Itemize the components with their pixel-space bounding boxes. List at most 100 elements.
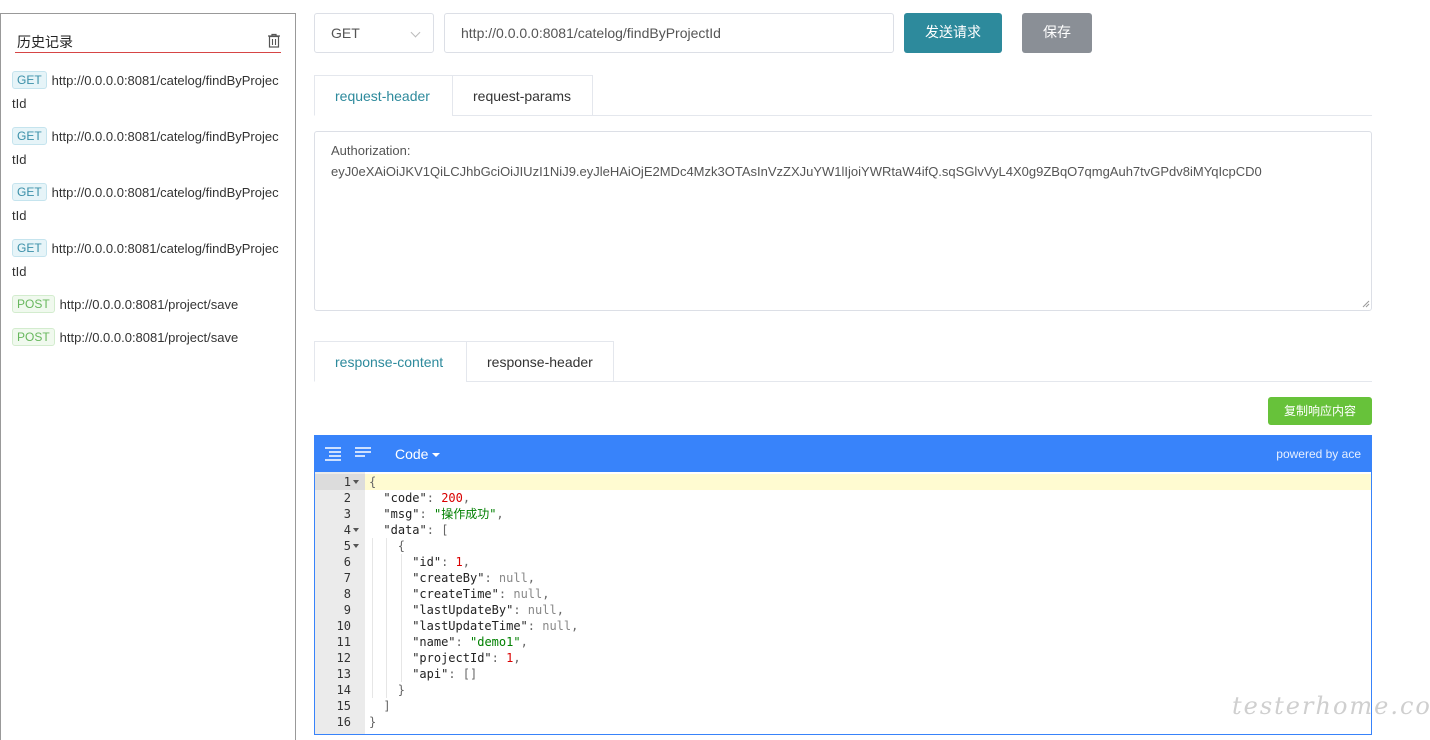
save-button[interactable]: 保存 [1022,13,1092,53]
indent-guide [400,554,402,570]
method-select[interactable]: GET [314,13,434,53]
indent-guide [400,586,402,602]
indent-guide [372,586,373,602]
code-token: , [542,587,550,601]
editor-menu-bar: Code powered by ace [315,436,1371,472]
method-badge: GET [12,239,47,257]
trash-icon[interactable] [267,33,281,48]
compact-icon[interactable] [354,445,372,463]
copy-response-button[interactable]: 复制响应内容 [1268,397,1372,425]
code-token: } [369,715,377,729]
line-number: 13 [336,667,351,681]
code-token: : [419,507,434,521]
line-number: 11 [336,635,351,649]
indent-guide [372,538,373,554]
request-header-textarea[interactable] [314,131,1372,311]
mode-dropdown[interactable]: Code [395,436,441,472]
code-token: ] [383,699,391,713]
indent-guide [400,618,402,634]
chevron-down-icon [410,27,421,38]
code-token: , [513,651,521,665]
indent-guide [372,634,373,650]
indent-guide [386,682,388,698]
code-token: "msg" [383,507,420,521]
indent-guide [400,570,402,586]
active-line-highlight [365,474,1371,490]
code-token: : [484,571,499,585]
line-gutter: 1 2 3 4 5 6 7 8 9 10 11 12 13 14 15 16 [315,472,365,734]
code-token: "createTime" [412,587,499,601]
indent-guide [386,650,388,666]
fold-toggle-icon[interactable] [353,544,359,548]
caret-down-icon [432,453,441,457]
indent-guide [386,666,388,682]
response-tabs: response-content response-header [314,341,1372,382]
indent-guide [372,602,373,618]
indent-guide [400,666,402,682]
history-item[interactable]: POST http://0.0.0.0:8081/project/save [12,293,282,316]
history-item[interactable]: GET http://0.0.0.0:8081/catelog/findByPro… [12,237,282,283]
history-title: 历史记录 [17,35,73,51]
code-line: "lastUpdateTime": null, [412,618,578,634]
line-number: 14 [336,683,351,697]
code-line: "lastUpdateBy": null, [412,602,564,618]
code-token: , [556,603,564,617]
tab-response-content[interactable]: response-content [314,341,467,382]
watermark: testerhome.com [1232,692,1430,720]
history-url: http://0.0.0.0:8081/project/save [59,297,239,312]
code-token: , [496,507,504,521]
indent-guide [386,602,388,618]
history-url: http://0.0.0.0:8081/catelog/findByProjec… [12,185,279,223]
code-line: } [369,714,376,730]
code-token: "createBy" [412,571,485,585]
tab-request-params[interactable]: request-params [452,75,593,116]
fold-toggle-icon[interactable] [353,480,359,484]
code-line: "createTime": null, [412,586,549,602]
code-line: { [369,474,376,490]
powered-by-link[interactable]: powered by ace [1276,436,1361,472]
format-icon[interactable] [324,445,342,463]
code-token: : [ [426,523,449,537]
code-token: "api" [412,667,449,681]
indent-guide [372,618,373,634]
code-line: "msg": "操作成功", [383,506,503,522]
code-line: "projectId": 1, [412,650,520,666]
code-token: "projectId" [412,651,492,665]
code-line: "createBy": null, [412,570,535,586]
indent-guide [372,554,373,570]
send-request-button[interactable]: 发送请求 [904,13,1002,53]
url-input[interactable] [444,13,894,53]
fold-toggle-icon[interactable] [353,528,359,532]
history-item[interactable]: POST http://0.0.0.0:8081/project/save [12,326,282,349]
code-token: "data" [383,523,427,537]
history-item[interactable]: GET http://0.0.0.0:8081/catelog/findByPro… [12,181,282,227]
tab-request-header[interactable]: request-header [314,75,453,116]
indent-guide [386,554,388,570]
method-select-value: GET [331,25,360,41]
resize-handle-icon[interactable] [1360,298,1370,308]
history-item[interactable]: GET http://0.0.0.0:8081/catelog/findByPro… [12,69,282,115]
indent-guide [372,570,373,586]
line-number: 15 [336,699,351,713]
code-line: "api": [] [412,666,477,682]
history-header: 历史记录 [15,30,281,53]
code-token: , [571,619,579,633]
line-number: 7 [343,571,351,585]
line-number: 5 [343,539,351,553]
code-token: "name" [412,635,456,649]
method-badge: GET [12,127,47,145]
history-item[interactable]: GET http://0.0.0.0:8081/catelog/findByPro… [12,125,282,171]
history-sidebar: 历史记录 GET http://0.0.0.0:8081/catelog/find… [0,13,296,740]
code-token: } [397,683,406,697]
indent-guide [386,586,388,602]
code-token: { [397,539,406,553]
line-number: 2 [343,491,351,505]
code-token: null [513,587,543,601]
code-line: { [398,538,405,554]
tab-response-header[interactable]: response-header [466,341,614,382]
history-url: http://0.0.0.0:8081/catelog/findByProjec… [12,129,279,167]
indent-guide [400,634,402,650]
code-token: "code" [383,491,427,505]
method-badge: GET [12,71,47,89]
line-number: 3 [343,507,351,521]
